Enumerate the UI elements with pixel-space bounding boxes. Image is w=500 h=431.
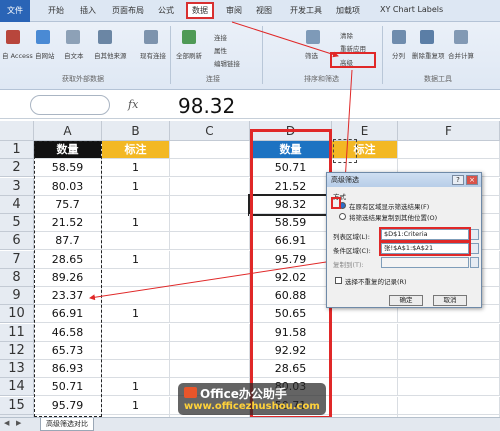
radio-in-place[interactable] bbox=[339, 202, 346, 209]
office-logo-icon bbox=[184, 387, 197, 398]
unique-records-checkbox[interactable] bbox=[335, 277, 342, 284]
list-range-label: 列表区域(L): bbox=[333, 233, 370, 241]
copy-to-label: 复制到(T): bbox=[333, 261, 364, 269]
dialog-close-button[interactable]: × bbox=[466, 175, 478, 185]
watermark: Office办公助手 www.officezhushou.com bbox=[178, 383, 326, 415]
mode-label: 方式 bbox=[333, 193, 346, 201]
criteria-range-picker-button[interactable] bbox=[470, 243, 479, 254]
prev-sheet-icon[interactable]: ◀ bbox=[4, 419, 9, 427]
criteria-range-input[interactable]: 张!$A$1:$A$21 bbox=[381, 243, 469, 254]
copy-to-picker-button[interactable] bbox=[470, 257, 479, 268]
next-sheet-icon[interactable]: ▶ bbox=[16, 419, 21, 427]
advanced-filter-dialog: 高级筛选 ? × 方式 在原有区域显示筛选结果(F) 将筛选结果复制到其他位置(… bbox=[326, 172, 482, 308]
option-in-place[interactable]: 在原有区域显示筛选结果(F) bbox=[349, 201, 429, 211]
sheet-tab-active[interactable]: 高级筛选对比 bbox=[40, 418, 94, 431]
ok-button[interactable]: 确定 bbox=[389, 295, 423, 306]
list-range-picker-button[interactable] bbox=[470, 229, 479, 240]
sheet-tab-bar: ◀ ▶ 高级筛选对比 bbox=[0, 417, 500, 431]
dialog-help-button[interactable]: ? bbox=[452, 175, 464, 185]
list-range-input[interactable]: $D$1:Criteria bbox=[381, 229, 469, 240]
copy-to-input[interactable] bbox=[381, 257, 469, 268]
criteria-range-label: 条件区域(C): bbox=[333, 247, 371, 255]
unique-records-label[interactable]: 选择不重复的记录(R) bbox=[345, 276, 407, 286]
arrow-tab-to-advanced bbox=[231, 21, 339, 58]
watermark-title: Office办公助手 bbox=[200, 387, 287, 401]
watermark-url: www.officezhushou.com bbox=[184, 401, 320, 412]
option-copy-to[interactable]: 将筛选结果复制到其他位置(O) bbox=[349, 212, 437, 222]
cancel-button[interactable]: 取消 bbox=[433, 295, 467, 306]
radio-copy-to[interactable] bbox=[339, 213, 346, 220]
arrow-advanced-to-dialog bbox=[342, 69, 353, 183]
